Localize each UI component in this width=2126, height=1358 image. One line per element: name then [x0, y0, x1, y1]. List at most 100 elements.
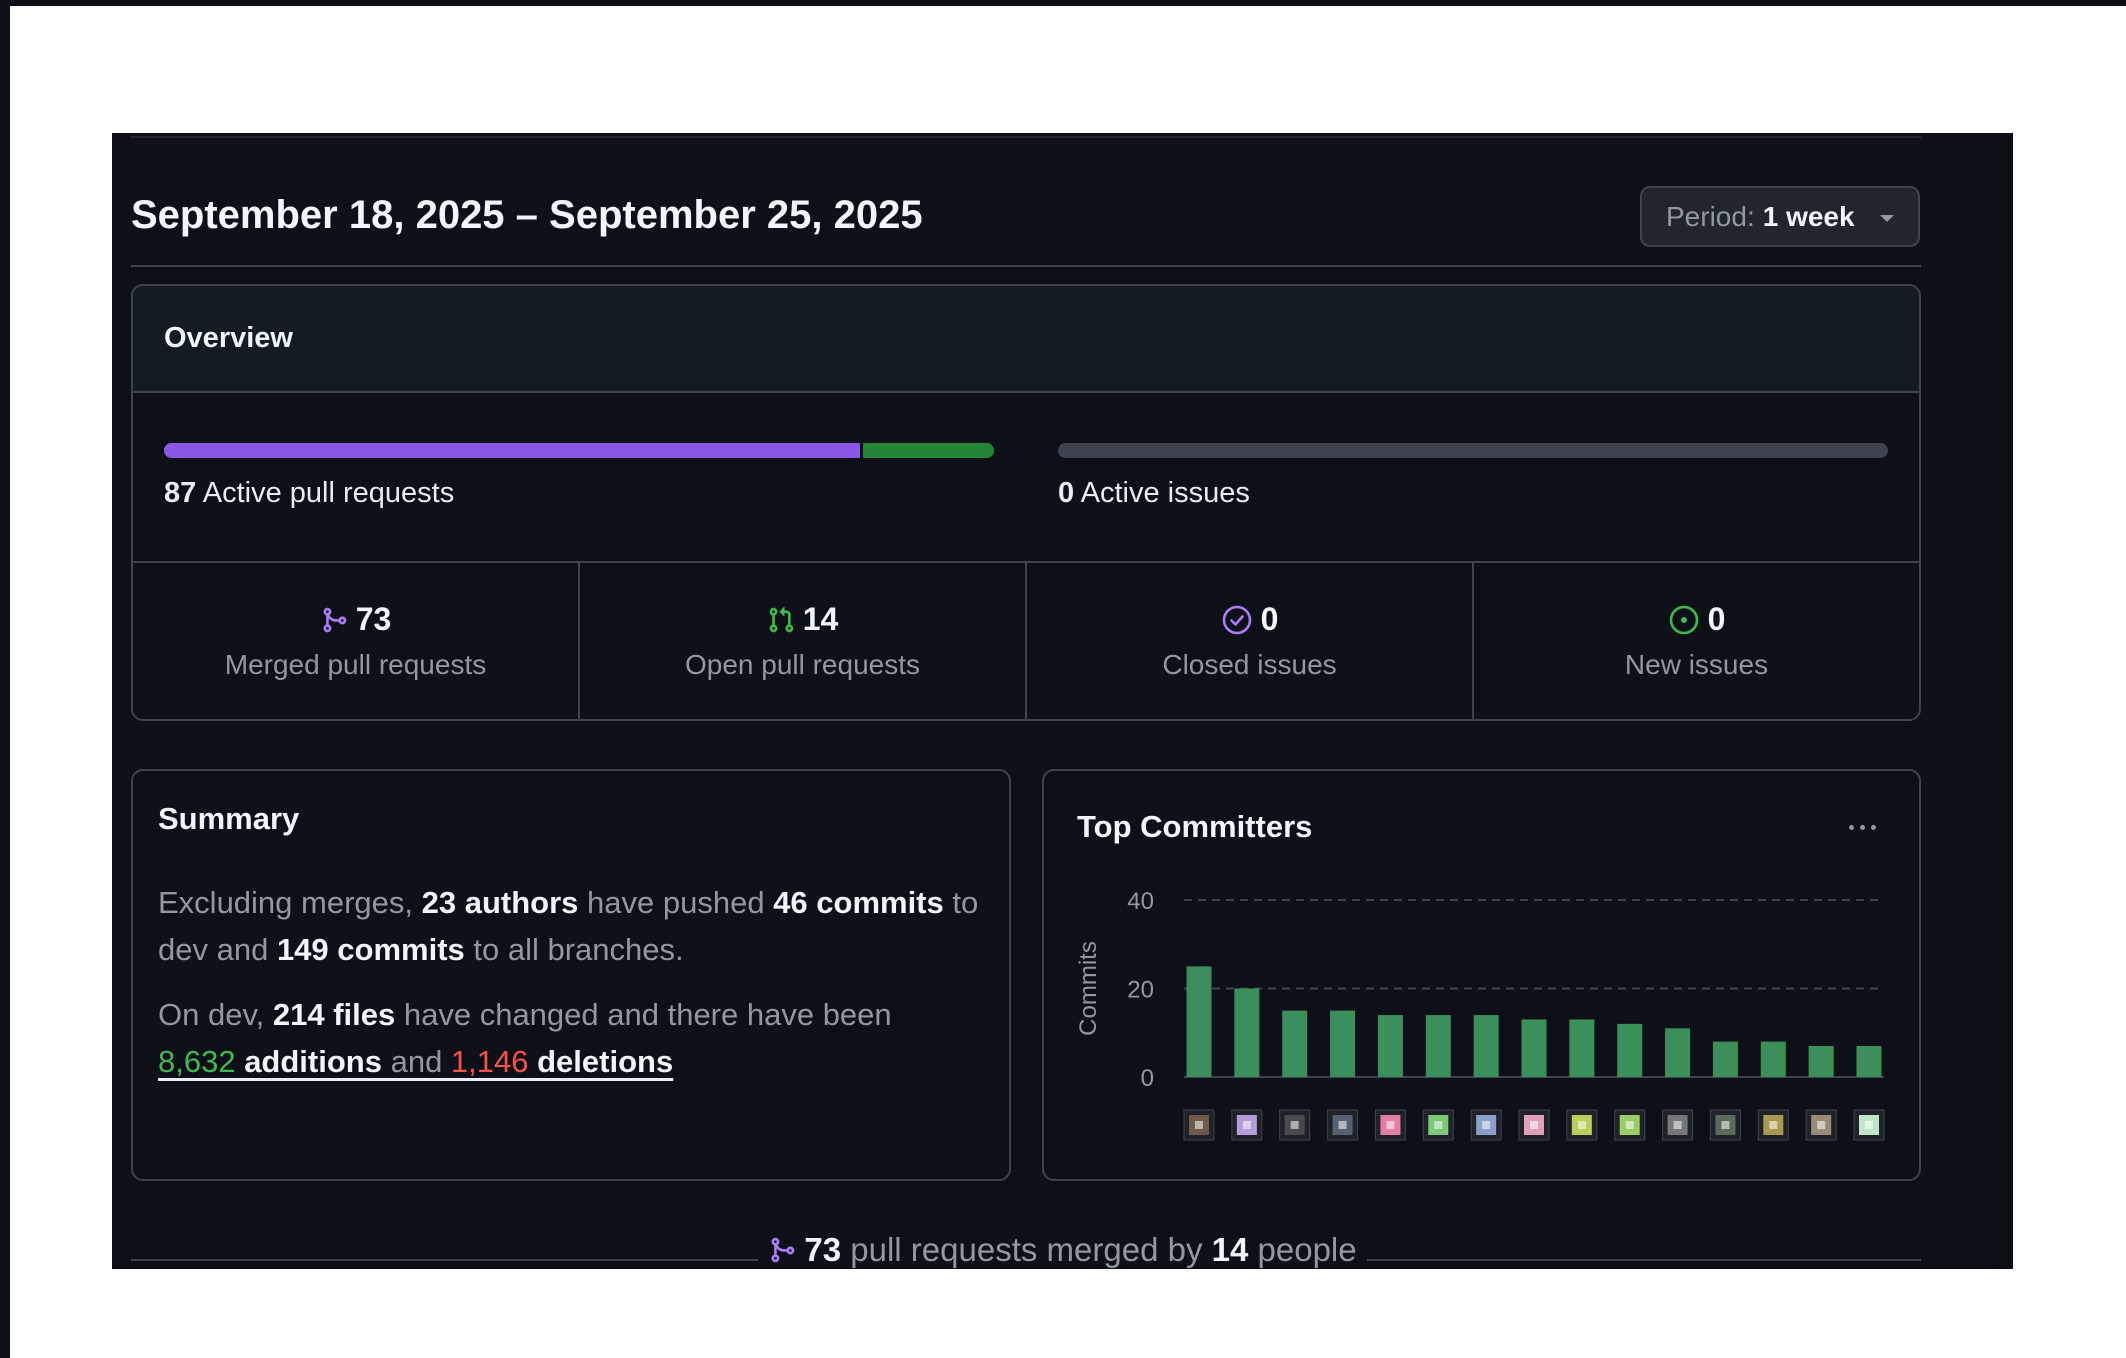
summary-text: On dev,	[158, 997, 273, 1032]
summary-text: have changed and there have been	[395, 997, 892, 1032]
top-committers-card: Top Committers 0 20 40 Commits	[1042, 769, 1921, 1181]
git-merge-icon	[323, 607, 346, 632]
active-prs-label[interactable]: 87 Active pull requests	[164, 477, 454, 510]
files-count: 214 files	[272, 997, 396, 1032]
closed-issues-stat[interactable]: 0 Closed issues	[1027, 563, 1474, 719]
committer-avatar[interactable]	[1709, 1109, 1741, 1141]
summary-text: Excluding merges,	[158, 885, 422, 920]
closed-issues-count: 0	[1260, 601, 1279, 637]
active-issues-progress-bar	[1058, 443, 1888, 458]
deletions-count: 1,146	[450, 1044, 529, 1079]
new-issues-label: New issues	[1624, 649, 1769, 680]
active-prs-progress-bar[interactable]	[164, 443, 994, 458]
active-issues-count: 0	[1058, 477, 1075, 509]
footer-text: pull requests merged by	[841, 1231, 1212, 1268]
additions-count: 8,632	[158, 1044, 236, 1079]
committer-avatar[interactable]	[1566, 1109, 1598, 1141]
bar[interactable]	[1712, 1041, 1738, 1077]
period-select-button[interactable]: Period: 1 week	[1640, 186, 1920, 247]
footer-merged-count: 73	[804, 1231, 842, 1268]
merged-summary-heading: 73 pull requests merged by 14 people	[112, 1231, 2013, 1269]
y-tick-label: 20	[1127, 977, 1154, 1004]
divider	[131, 136, 1921, 138]
bar[interactable]	[1330, 1010, 1356, 1077]
committer-avatar[interactable]	[1757, 1109, 1789, 1141]
bar[interactable]	[1760, 1041, 1786, 1077]
footer-people-count: 14	[1211, 1231, 1249, 1268]
authors-count: 23 authors	[421, 885, 579, 920]
summary-commits-text: Excluding merges, 23 authors have pushed…	[158, 879, 988, 973]
additions-label: additions	[235, 1044, 382, 1079]
bar[interactable]	[1473, 1015, 1499, 1077]
y-tick-label: 40	[1127, 888, 1154, 915]
committer-avatar[interactable]	[1805, 1109, 1837, 1141]
bar[interactable]	[1521, 1019, 1547, 1077]
bar[interactable]	[1665, 1028, 1691, 1077]
committer-avatar[interactable]	[1853, 1109, 1885, 1141]
overview-title: Overview	[164, 322, 293, 354]
committer-avatar[interactable]	[1470, 1109, 1502, 1141]
y-tick-label: 0	[1141, 1065, 1154, 1092]
top-committers-chart: 0 20 40 Commits	[1075, 888, 1885, 1141]
new-issues-stat[interactable]: 0 New issues	[1474, 563, 1919, 719]
pulse-panel: September 18, 2025 – September 25, 2025 …	[112, 133, 2013, 1269]
chevron-down-icon	[1880, 215, 1894, 222]
active-issues-text: Active issues	[1080, 477, 1250, 509]
bar[interactable]	[1808, 1046, 1834, 1077]
all-commits-count: 149 commits	[276, 932, 465, 967]
issue-opened-icon	[1669, 605, 1698, 634]
git-merge-icon	[771, 1237, 795, 1263]
open-prs-segment	[863, 443, 994, 458]
overview-box: Overview 87 Active pull requests 0 Activ…	[131, 284, 1921, 721]
divider	[131, 265, 1921, 267]
closed-issues-label: Closed issues	[1162, 649, 1337, 680]
y-axis-label: Commits	[1075, 941, 1102, 1036]
summary-text: to all branches.	[464, 932, 684, 967]
deletions-label: deletions	[528, 1044, 674, 1079]
footer-text: people	[1248, 1231, 1357, 1268]
git-pull-request-icon	[769, 606, 793, 632]
open-prs-count: 14	[802, 601, 839, 637]
committer-avatar[interactable]	[1662, 1109, 1694, 1141]
merged-prs-count: 73	[355, 601, 392, 637]
summary-files-text: On dev, 214 files have changed and there…	[158, 991, 988, 1085]
summary-text: and	[381, 1044, 451, 1079]
committer-avatar[interactable]	[1422, 1109, 1454, 1141]
committer-avatar[interactable]	[1518, 1109, 1550, 1141]
issue-closed-icon	[1222, 605, 1251, 634]
committer-avatar[interactable]	[1327, 1109, 1359, 1141]
bar[interactable]	[1186, 966, 1212, 1077]
committer-avatar[interactable]	[1183, 1109, 1215, 1141]
active-prs-count: 87	[164, 477, 197, 509]
merged-prs-segment	[164, 443, 861, 458]
committer-avatar[interactable]	[1374, 1109, 1406, 1141]
bar[interactable]	[1425, 1015, 1451, 1077]
diff-stats-link[interactable]: 8,632 additions and 1,146 deletions	[158, 1044, 673, 1079]
merged-prs-stat[interactable]: 73 Merged pull requests	[133, 563, 580, 719]
overview-stats: 73 Merged pull requests 14 Open pull req…	[133, 561, 1919, 719]
new-issues-count: 0	[1707, 601, 1726, 637]
bar[interactable]	[1617, 1023, 1643, 1077]
summary-title: Summary	[158, 801, 300, 836]
bar[interactable]	[1234, 988, 1260, 1078]
summary-text: have pushed	[578, 885, 774, 920]
active-issues-label[interactable]: 0 Active issues	[1058, 477, 1250, 510]
committer-avatar[interactable]	[1614, 1109, 1646, 1141]
summary-card: Summary Excluding merges, 23 authors hav…	[131, 769, 1011, 1181]
bar[interactable]	[1282, 1010, 1308, 1077]
period-label: Period:	[1666, 200, 1755, 232]
overview-header: Overview	[133, 286, 1919, 393]
active-prs-text: Active pull requests	[202, 477, 455, 509]
period-value: 1 week	[1762, 200, 1855, 232]
bar[interactable]	[1856, 1046, 1882, 1077]
window-top-edge	[0, 0, 2126, 6]
bar[interactable]	[1377, 1015, 1403, 1077]
open-prs-label: Open pull requests	[684, 649, 921, 680]
committer-avatar[interactable]	[1279, 1109, 1311, 1141]
open-prs-stat[interactable]: 14 Open pull requests	[580, 563, 1027, 719]
bar[interactable]	[1569, 1019, 1595, 1077]
window-left-edge	[0, 0, 10, 1358]
dev-commits-count: 46 commits	[773, 885, 944, 920]
committer-avatar[interactable]	[1231, 1109, 1263, 1141]
merged-prs-label: Merged pull requests	[224, 649, 487, 680]
